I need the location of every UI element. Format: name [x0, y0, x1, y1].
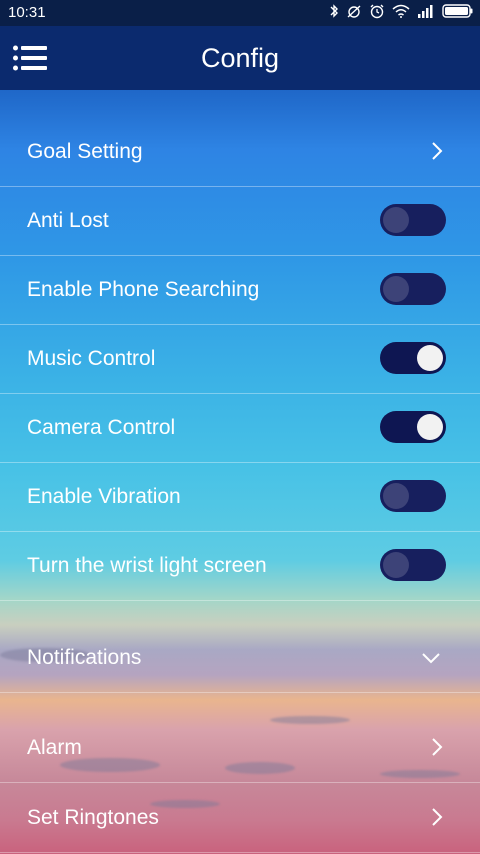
music-control-label: Music Control: [27, 347, 156, 370]
alarm-row[interactable]: Alarm: [0, 713, 480, 783]
camera-control-row: Camera Control: [0, 393, 480, 463]
wrist-light-toggle[interactable]: [380, 549, 446, 581]
status-icons: [329, 3, 474, 19]
camera-control-label: Camera Control: [27, 416, 176, 439]
wrist-light-label: Turn the wrist light screen: [27, 554, 267, 577]
alarm-off-icon: [347, 5, 361, 18]
notifications-row[interactable]: Notifications: [0, 623, 480, 693]
vibration-row: Enable Vibration: [0, 462, 480, 532]
wrist-light-row: Turn the wrist light screen: [0, 531, 480, 601]
phone-searching-label: Enable Phone Searching: [27, 278, 260, 301]
toggle-knob: [383, 276, 409, 302]
goal-setting-row[interactable]: Goal Setting: [0, 117, 480, 187]
music-control-toggle[interactable]: [380, 342, 446, 374]
chevron-right-icon: [432, 142, 443, 160]
toggle-knob: [383, 207, 409, 233]
camera-control-toggle[interactable]: [380, 411, 446, 443]
bluetooth-icon: [330, 4, 338, 18]
anti-lost-row: Anti Lost: [0, 186, 480, 256]
menu-icon: [13, 45, 47, 71]
vibration-toggle[interactable]: [380, 480, 446, 512]
wifi-icon: [392, 4, 410, 18]
ringtones-label: Set Ringtones: [27, 806, 159, 829]
vibration-label: Enable Vibration: [27, 485, 181, 508]
toggle-knob: [383, 552, 409, 578]
alarm-label: Alarm: [27, 736, 82, 759]
menu-button[interactable]: [12, 44, 48, 74]
chevron-down-icon: [422, 653, 440, 664]
anti-lost-label: Anti Lost: [27, 209, 109, 232]
goal-setting-label: Goal Setting: [27, 140, 143, 163]
toggle-knob: [417, 345, 443, 371]
phone-searching-toggle[interactable]: [380, 273, 446, 305]
alarm-clock-icon: [370, 4, 384, 19]
battery-icon: [442, 4, 473, 18]
toggle-knob: [383, 483, 409, 509]
anti-lost-toggle[interactable]: [380, 204, 446, 236]
page-title: Config: [200, 43, 280, 73]
phone-searching-row: Enable Phone Searching: [0, 255, 480, 325]
notifications-label: Notifications: [27, 646, 142, 669]
toggle-knob: [417, 414, 443, 440]
status-bar: 10:31: [0, 0, 480, 26]
ringtones-row[interactable]: Set Ringtones: [0, 783, 480, 853]
chevron-right-icon: [432, 738, 443, 756]
signal-icon: [418, 5, 433, 18]
app-bar: Config: [0, 26, 480, 90]
status-time: 10:31: [8, 4, 46, 21]
chevron-right-icon: [432, 808, 443, 826]
music-control-row: Music Control: [0, 324, 480, 394]
